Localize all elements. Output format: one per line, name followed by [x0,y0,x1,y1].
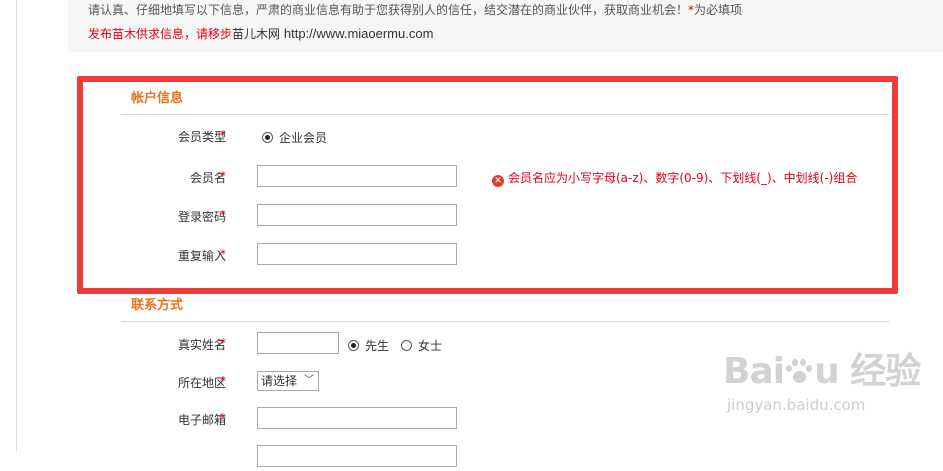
member-name-row: 会员名 * ✕ 会员名应为小写字母(a-z)、数字(0-9)、下划线(_)、中划线… [0,165,943,191]
region-select[interactable]: 请选择 ﹀ [257,371,319,391]
member-name-input[interactable] [257,165,457,187]
required-star: * [220,336,226,350]
password-label: 登录密码 [177,210,226,224]
account-section-divider [121,114,889,115]
intro-text: 请认真、仔细地填写以下信息，严肃的商业信息有助于您获得别人的信任，结交潜在的商业… [88,1,742,18]
real-name-label: 真实姓名 [177,338,226,352]
next-field-row [0,445,943,471]
required-star: * [220,208,226,222]
password-input[interactable] [257,204,457,226]
next-field-input[interactable] [257,445,457,467]
promo-url[interactable]: http://www.miaoermu.com [284,26,434,41]
promo-site-name: 苗儿木网 [232,27,281,41]
radio-unchecked-icon[interactable] [401,340,412,351]
baidu-jingyan-watermark: Bai u 经验 jingyan.baidu.com [723,342,923,432]
salutation-mr-label: 先生 [365,339,390,353]
error-icon: ✕ [492,175,504,187]
salutation-ms-radio[interactable]: 女士 [401,337,442,354]
required-star: * [220,374,226,388]
region-selected-value: 请选择 [261,374,298,388]
member-name-error: ✕ 会员名应为小写字母(a-z)、数字(0-9)、下划线(_)、中划线(-)组合 [492,169,857,187]
required-note: 为必填项 [694,3,743,17]
intro-message: 请认真、仔细地填写以下信息，严肃的商业信息有助于您获得别人的信任，结交潜在的商业… [88,3,689,17]
confirm-password-input[interactable] [257,243,457,265]
radio-checked-icon[interactable] [262,132,273,143]
password-row: 登录密码 * [0,204,943,230]
promo-link[interactable]: 发布苗木供求信息，请移步 [88,27,232,41]
member-type-option-label: 企业会员 [279,131,328,145]
chevron-down-icon: ﹀ [304,375,314,386]
member-name-error-text: 会员名应为小写字母(a-z)、数字(0-9)、下划线(_)、中划线(-)组合 [508,171,858,185]
contact-section-divider [121,321,889,322]
confirm-password-label: 重复输入 [177,249,226,263]
radio-checked-icon[interactable] [348,340,359,351]
member-type-label: 会员类型 [177,130,226,144]
salutation-mr-radio[interactable]: 先生 [348,337,389,354]
required-star: * [220,247,226,261]
required-star: * [220,169,226,183]
required-star: * [220,128,226,142]
watermark-brand: Bai u 经验 [723,351,921,392]
member-type-radio[interactable]: 企业会员 [262,129,327,146]
region-label: 所在地区 [177,376,226,390]
account-section-title: 帐户信息 [131,91,184,106]
email-input[interactable] [257,407,457,429]
confirm-password-row: 重复输入 * [0,243,943,269]
salutation-ms-label: 女士 [418,339,443,353]
watermark-site: jingyan.baidu.com [727,396,866,414]
real-name-input[interactable] [257,332,339,354]
promo-line: 发布苗木供求信息，请移步苗儿木网 http://www.miaoermu.com [88,25,433,42]
required-star: * [220,411,226,425]
contact-section-title: 联系方式 [131,298,184,313]
email-label: 电子邮箱 [177,413,226,427]
paw-icon [784,357,814,387]
member-type-row: 会员类型 * 企业会员 [0,124,943,150]
